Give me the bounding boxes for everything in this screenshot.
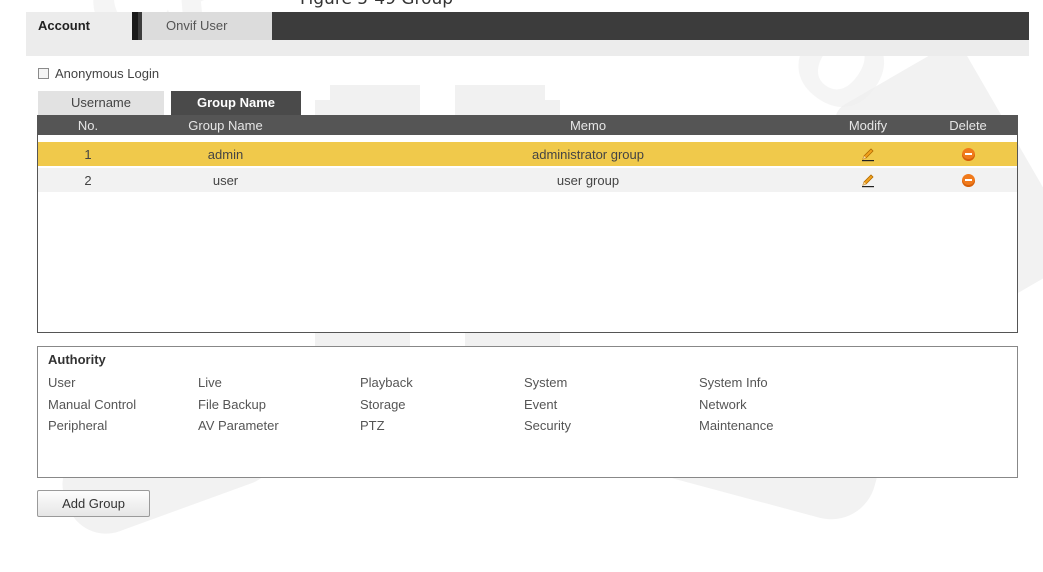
minus-circle-icon[interactable] <box>961 173 975 187</box>
authority-item: Live <box>198 375 222 390</box>
header-delete: Delete <box>949 118 987 133</box>
authority-item: System Info <box>699 375 768 390</box>
minus-circle-icon[interactable] <box>961 147 975 161</box>
tab-onvif-user[interactable]: Onvif User <box>142 12 272 40</box>
authority-item: AV Parameter <box>198 418 279 433</box>
row-memo: user group <box>556 172 620 188</box>
authority-item: Manual Control <box>48 397 137 412</box>
row-group-name: admin <box>207 146 244 162</box>
tab-username[interactable]: Username <box>38 91 164 115</box>
authority-item: User <box>48 375 76 390</box>
tab-account[interactable]: Account <box>26 12 138 40</box>
authority-item: Security <box>524 418 571 433</box>
main-tab-bar: Account Onvif User <box>26 12 1029 56</box>
authority-item: PTZ <box>360 418 385 433</box>
header-modify: Modify <box>848 118 888 133</box>
row-memo: administrator group <box>532 146 644 162</box>
page-caption-strip: Figure 5-49 Group <box>0 0 1043 8</box>
tab-group-name[interactable]: Group Name <box>171 91 301 115</box>
header-group-name: Group Name <box>188 118 263 133</box>
authority-item: System <box>524 375 568 390</box>
table-header: No. Group Name Memo Modify Delete <box>38 116 1017 135</box>
pencil-icon[interactable] <box>860 172 876 188</box>
group-table: No. Group Name Memo Modify Delete 1 admi… <box>37 115 1018 333</box>
pencil-icon[interactable] <box>860 146 876 162</box>
table-row[interactable]: 2 user user group <box>38 168 1017 192</box>
modify-button[interactable] <box>818 168 918 192</box>
anonymous-login-label: Anonymous Login <box>55 66 160 81</box>
authority-title: Authority <box>48 352 106 367</box>
row-group-name: user <box>212 172 239 188</box>
authority-item: File Backup <box>198 397 266 412</box>
row-no: 2 <box>84 172 92 188</box>
authority-item: Playback <box>360 375 413 390</box>
table-row[interactable]: 1 admin administrator group <box>38 142 1017 166</box>
tab-bar-underlay <box>26 40 1029 56</box>
authority-item: Network <box>699 397 747 412</box>
anonymous-login[interactable]: Anonymous Login <box>38 66 159 81</box>
authority-item: Peripheral <box>48 418 108 433</box>
add-group-button[interactable]: Add Group <box>37 490 150 517</box>
delete-button[interactable] <box>918 142 1018 166</box>
row-no: 1 <box>84 146 92 162</box>
authority-panel: Authority User Live Playback System Syst… <box>37 346 1018 478</box>
modify-button[interactable] <box>818 142 918 166</box>
page-caption: Figure 5-49 Group <box>300 0 453 8</box>
authority-item: Event <box>524 397 558 412</box>
authority-item: Storage <box>360 397 406 412</box>
header-no: No. <box>77 118 99 133</box>
authority-item: Maintenance <box>699 418 774 433</box>
header-memo: Memo <box>569 118 607 133</box>
anonymous-login-checkbox[interactable] <box>38 68 49 79</box>
delete-button[interactable] <box>918 168 1018 192</box>
